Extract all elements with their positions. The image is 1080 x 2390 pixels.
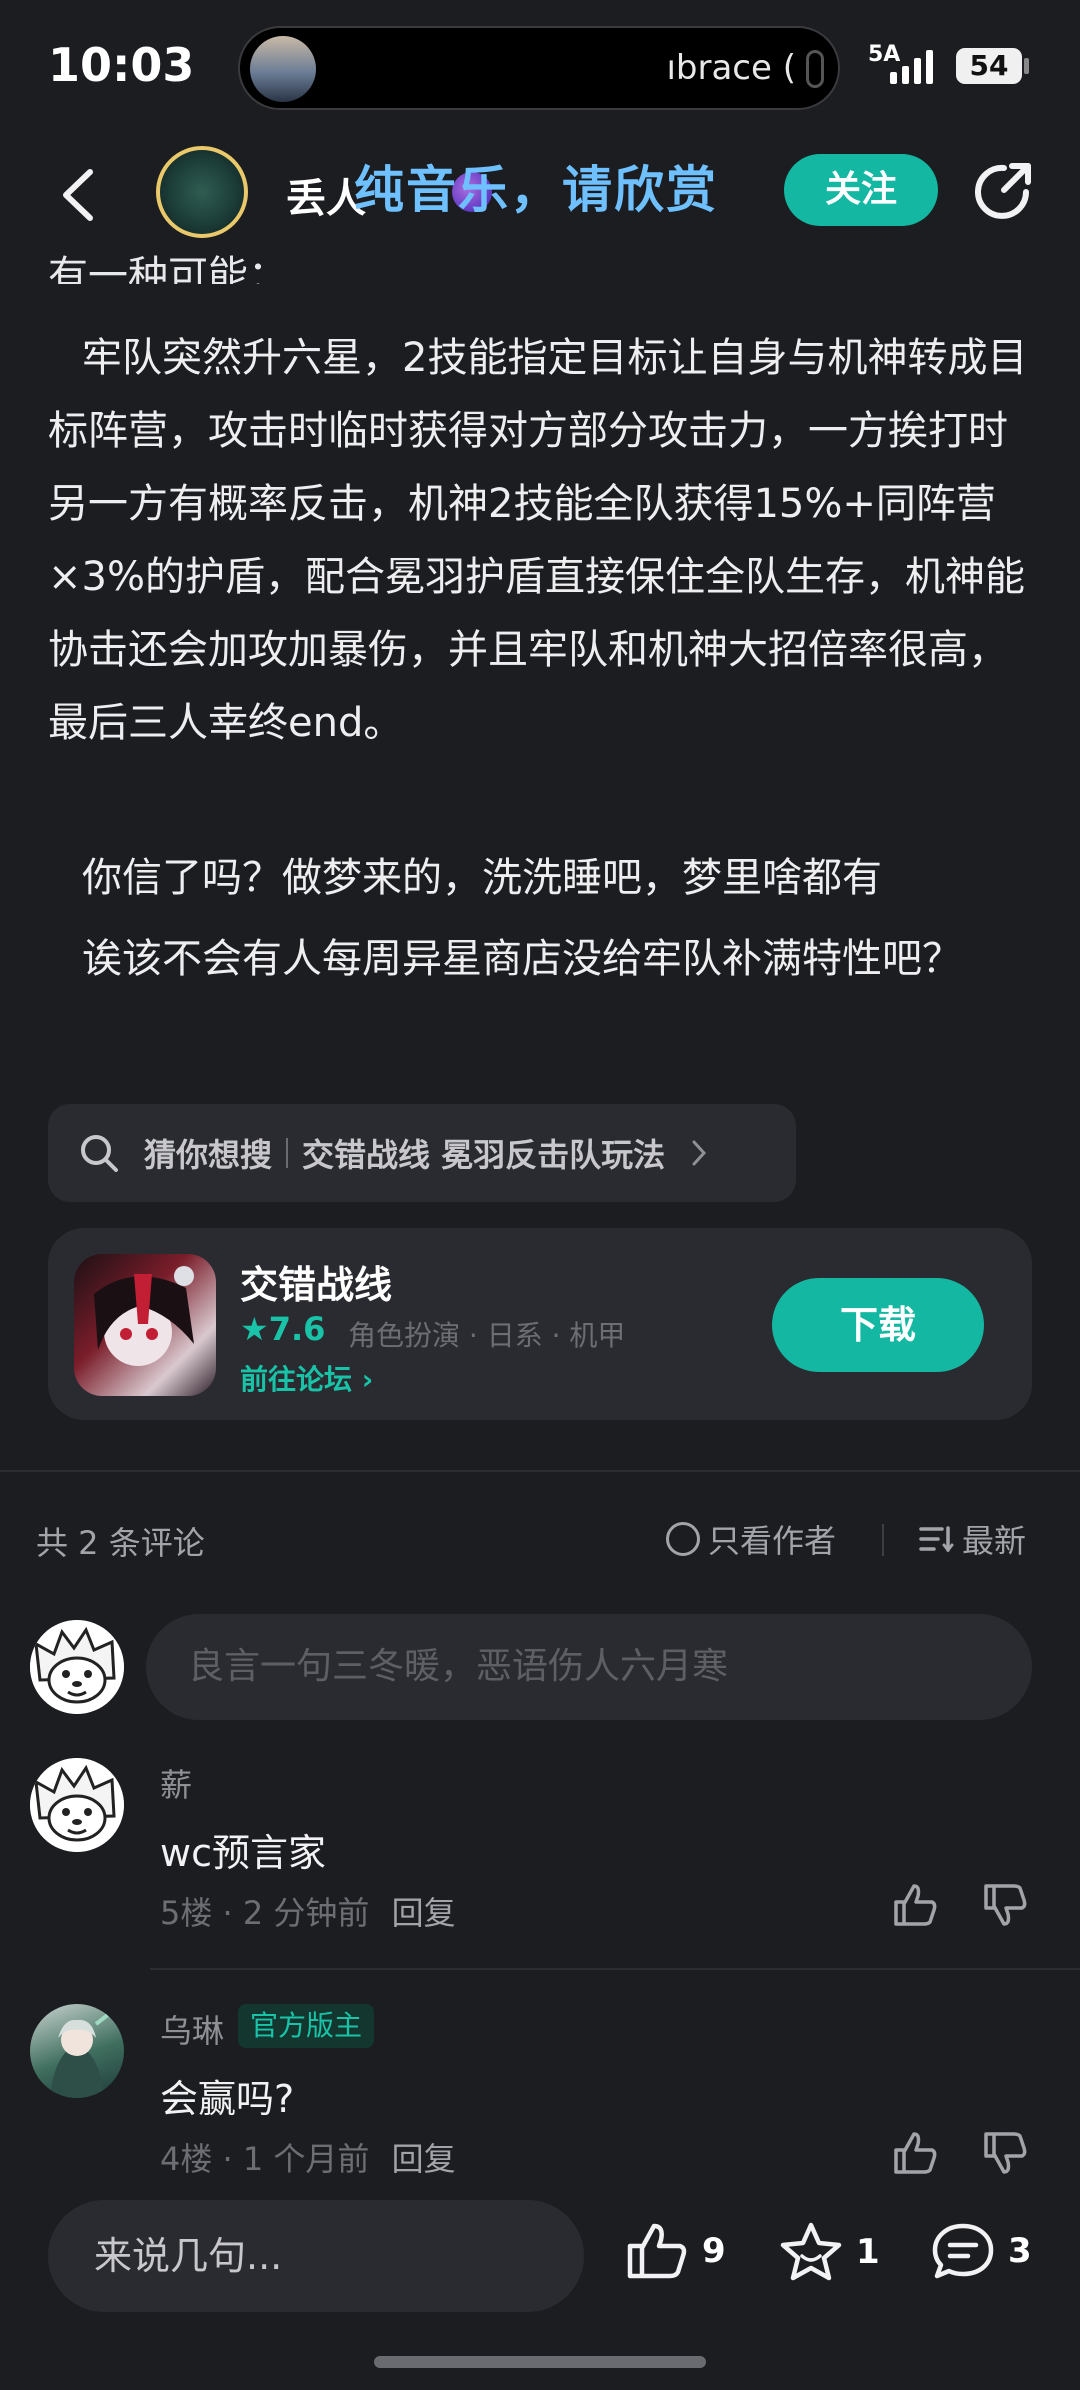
game-rating-value: 7.6 [268, 1310, 326, 1348]
follow-button[interactable]: 关注 [784, 154, 938, 226]
search-icon [81, 1135, 118, 1172]
comment-count: 共 2 条评论 [36, 1524, 205, 1562]
commenter-avatar[interactable] [30, 2004, 124, 2098]
article-paragraph: 诶该不会有人每周异星商店没给牢队补满特性吧？ [82, 936, 962, 982]
status-bar: 10:03 ıbrace ( 5A 54 [0, 0, 1080, 130]
comment-text: 会赢吗? [160, 2077, 295, 2121]
game-icon[interactable] [74, 1254, 216, 1396]
signal-icon [890, 46, 933, 84]
thumbs-down-icon[interactable] [980, 2128, 1030, 2178]
thumbs-up-icon[interactable] [890, 1880, 940, 1930]
user-avatar[interactable] [30, 1620, 124, 1714]
chevron-right-icon [692, 1140, 707, 1166]
comments-button[interactable]: 3 [930, 2220, 1032, 2282]
only-author-label: 只看作者 [708, 1522, 837, 1560]
favorite-button[interactable]: 1 [778, 2220, 880, 2284]
star-icon: ★ [240, 1310, 269, 1348]
post-header: 丢人 纯音乐，请欣赏 关注 [0, 130, 1080, 260]
status-time: 10:03 [48, 38, 195, 92]
comment-bubble-icon [932, 2223, 994, 2279]
share-icon[interactable] [970, 156, 1040, 226]
article-cut-line: 有一种可能： [48, 253, 288, 284]
anime-avatar-icon [50, 2008, 116, 2098]
search-suggestion[interactable]: 猜你想搜 交错战线 冕羽反击队玩法 [48, 1104, 796, 1202]
commenter-name[interactable]: 薪 [160, 1760, 192, 1806]
game-tags: 角色扮演 · 日系 · 机甲 [348, 1319, 626, 1352]
forum-link-label: 前往论坛 [240, 1363, 353, 1396]
section-divider [0, 1470, 1080, 1472]
commenter-avatar[interactable] [30, 1758, 124, 1852]
comment-text: wc预言家 [160, 1831, 326, 1875]
reply-input[interactable]: 来说几句... [48, 2200, 584, 2312]
author-avatar[interactable] [156, 146, 248, 238]
moderator-badge: 官方版主 [238, 2004, 375, 2048]
star-icon [780, 2222, 842, 2281]
sort-icon [919, 1526, 954, 1553]
sort-newest-button[interactable]: 最新 [918, 1516, 1026, 1562]
media-indicator-icon [806, 50, 824, 88]
reply-button[interactable]: 回复 [392, 2140, 456, 2178]
game-rating: ★7.6 [240, 1310, 325, 1348]
comment-floor: 5楼 [160, 1894, 213, 1932]
comment-time: 1 个月前 [242, 2140, 370, 2178]
suggest-separator [286, 1138, 289, 1168]
comment-meta: 4楼 · 1 个月前 回复 [160, 2140, 456, 2178]
download-button[interactable]: 下载 [772, 1278, 984, 1372]
cat-avatar-icon [30, 1758, 124, 1852]
suggest-query: 交错战线 冕羽反击队玩法 [302, 1136, 666, 1174]
back-arrow-icon[interactable] [50, 160, 110, 230]
article-paragraph: 你信了吗？做梦来的，洗洗睡吧，梦里啥都有 [82, 855, 882, 901]
header-separator [882, 1524, 884, 1556]
bottom-action-bar: 来说几句... 9 1 3 [0, 2180, 1080, 2330]
like-button[interactable]: 9 [624, 2220, 726, 2282]
comment-floor: 4楼 [160, 2140, 213, 2178]
comment-divider [150, 1968, 1080, 1970]
comment-count-bottom: 3 [1008, 2231, 1032, 2271]
thumbs-down-icon[interactable] [980, 1880, 1030, 1930]
home-indicator[interactable] [374, 2356, 706, 2368]
media-title: ıbrace ( [666, 48, 796, 88]
cat-avatar-icon [30, 1620, 124, 1714]
commenter-name[interactable]: 乌琳 [160, 2006, 224, 2052]
battery-tip [1024, 58, 1029, 74]
suggest-label: 猜你想搜 [144, 1136, 273, 1174]
comment-input[interactable]: 良言一句三冬暖，恶语伤人六月寒 [146, 1614, 1032, 1720]
radio-icon [666, 1522, 700, 1556]
battery-icon: 54 [956, 48, 1022, 84]
dynamic-island-media[interactable]: ıbrace ( [238, 26, 840, 110]
music-overlay-text: 纯音乐，请欣赏 [354, 161, 718, 219]
comment-time: 2 分钟前 [242, 1894, 370, 1932]
article-paragraph: 牢队突然升六星，2技能指定目标让自身与机神转成目标阵营，攻击时临时获得对方部分攻… [48, 335, 1028, 746]
forum-link[interactable]: 前往论坛 › [240, 1358, 373, 1398]
only-author-toggle[interactable]: 只看作者 [666, 1516, 836, 1562]
favorite-count: 1 [856, 2232, 880, 2272]
chevron-right-icon: › [361, 1363, 374, 1396]
game-title: 交错战线 [240, 1263, 393, 1307]
album-art [250, 36, 316, 102]
article-body: 牢队突然升六星，2技能指定目标让自身与机神转成目标阵营，攻击时临时获得对方部分攻… [48, 322, 1038, 996]
comment-meta: 5楼 · 2 分钟前 回复 [160, 1894, 456, 1932]
like-count: 9 [702, 2231, 726, 2271]
thumbs-up-icon[interactable] [890, 2128, 940, 2178]
reply-button[interactable]: 回复 [392, 1894, 456, 1932]
sort-label: 最新 [962, 1522, 1027, 1560]
game-card[interactable]: 交错战线 ★7.6 角色扮演 · 日系 · 机甲 前往论坛 › 下载 [48, 1228, 1032, 1420]
thumbs-up-icon [627, 2223, 687, 2279]
